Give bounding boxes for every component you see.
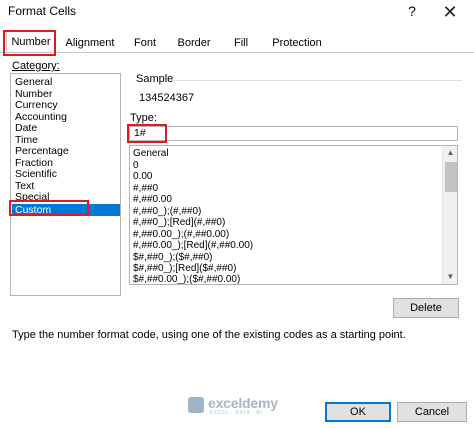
- category-item-text[interactable]: Text: [15, 180, 34, 192]
- window-title: Format Cells: [8, 4, 77, 18]
- category-item-accounting[interactable]: Accounting: [15, 111, 67, 123]
- format-code-item[interactable]: #,##0_);[Red](#,##0): [133, 217, 225, 228]
- watermark-tagline: EXCEL · DATA · BI: [210, 410, 263, 416]
- tab-protection[interactable]: Protection: [266, 34, 328, 52]
- format-code-item[interactable]: General: [133, 148, 169, 159]
- scroll-up-arrow-icon[interactable]: ▲: [443, 146, 457, 160]
- format-code-item[interactable]: #,##0.00_);[Red](#,##0.00): [133, 240, 253, 251]
- category-item-fraction[interactable]: Fraction: [15, 157, 53, 169]
- format-list-scrollbar[interactable]: ▲ ▼: [442, 146, 457, 284]
- category-item-number[interactable]: Number: [15, 88, 52, 100]
- sample-value: 134524367: [139, 92, 195, 104]
- exceldemy-logo-icon: [188, 397, 204, 413]
- format-code-item[interactable]: $#,##0_);($#,##0): [133, 252, 213, 263]
- ok-button[interactable]: OK: [325, 402, 391, 422]
- cancel-button-label: Cancel: [414, 406, 450, 418]
- format-code-item[interactable]: #,##0_);(#,##0): [133, 206, 201, 217]
- tab-fill[interactable]: Fill: [226, 34, 256, 52]
- cancel-button[interactable]: Cancel: [397, 402, 467, 422]
- format-code-item[interactable]: $#,##0_);[Red]($#,##0): [133, 263, 236, 274]
- tab-font-label: Font: [133, 37, 156, 49]
- sample-label: Sample: [136, 73, 174, 85]
- category-item-percentage[interactable]: Percentage: [15, 146, 69, 157]
- tab-alignment[interactable]: Alignment: [62, 34, 118, 52]
- format-code-item[interactable]: $#,##0.00_);($#,##0.00): [133, 274, 240, 284]
- title-bar: Format Cells ? ✕: [0, 0, 474, 30]
- tab-font[interactable]: Font: [126, 34, 164, 52]
- category-item-special[interactable]: Special: [15, 192, 49, 203]
- tab-divider: [0, 52, 474, 53]
- tab-border-label: Border: [177, 37, 211, 49]
- category-label: Category:: [12, 60, 60, 72]
- category-item-custom[interactable]: Custom: [12, 203, 120, 216]
- category-item-currency[interactable]: Currency: [15, 100, 58, 111]
- help-text: Type the number format code, using one o…: [12, 329, 406, 341]
- exceldemy-watermark: exceldemy EXCEL · DATA · BI: [188, 395, 288, 417]
- type-label: Type:: [130, 112, 157, 124]
- tab-protection-label: Protection: [272, 37, 322, 49]
- category-item-date[interactable]: Date: [15, 123, 37, 134]
- format-code-list[interactable]: General 0 0.00 #,##0 #,##0.00 #,##0_);(#…: [129, 145, 458, 285]
- format-code-item[interactable]: #,##0.00_);(#,##0.00): [133, 229, 229, 240]
- watermark-name: exceldemy: [208, 395, 278, 411]
- category-item-scientific[interactable]: Scientific: [15, 169, 57, 180]
- scroll-down-arrow-icon[interactable]: ▼: [443, 270, 457, 284]
- ok-button-label: OK: [350, 406, 366, 418]
- type-input[interactable]: 1#: [129, 126, 458, 141]
- category-item-time[interactable]: Time: [15, 134, 38, 146]
- sample-divider: [172, 80, 462, 81]
- category-list[interactable]: General Number Currency Accounting Date …: [10, 73, 121, 296]
- delete-button-label: Delete: [410, 302, 442, 314]
- tab-alignment-label: Alignment: [65, 37, 115, 49]
- format-code-item[interactable]: #,##0: [133, 183, 158, 194]
- format-code-item[interactable]: 0: [133, 160, 139, 171]
- help-button[interactable]: ?: [404, 3, 420, 21]
- tab-number-label: Number: [11, 36, 51, 48]
- close-button[interactable]: ✕: [432, 0, 468, 24]
- scroll-thumb[interactable]: [445, 162, 457, 192]
- category-item-general[interactable]: General: [15, 77, 52, 88]
- format-code-item[interactable]: #,##0.00: [133, 194, 172, 205]
- tab-fill-label: Fill: [233, 37, 249, 49]
- format-code-item[interactable]: 0.00: [133, 171, 152, 182]
- delete-button[interactable]: Delete: [393, 298, 459, 318]
- tab-border[interactable]: Border: [172, 34, 216, 52]
- tab-number[interactable]: Number: [6, 30, 56, 54]
